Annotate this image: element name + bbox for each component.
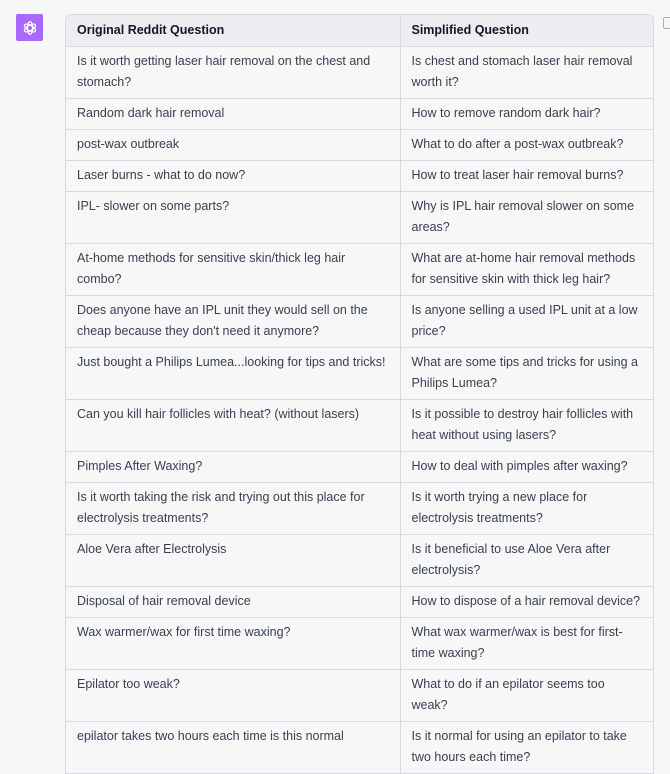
simplified-question-cell: How to deal with pimples after waxing? (400, 451, 653, 483)
simplified-question-cell: Is it worth trying a new place for elect… (400, 482, 653, 535)
table-row: Does anyone have an IPL unit they would … (66, 295, 653, 348)
table-row: IPL- slower on some parts? Why is IPL hai… (66, 191, 653, 244)
simplified-question-cell: How to treat laser hair removal burns? (400, 160, 653, 192)
table-row: Wax warmer/wax for first time waxing? Wha… (66, 617, 653, 670)
openai-logo-icon (23, 20, 36, 35)
simplified-question-cell: What to do after a post-wax outbreak? (400, 129, 653, 161)
table-row: Disposal of hair removal device How to di… (66, 586, 653, 618)
table-row: Epilator too weak? What to do if an epila… (66, 669, 653, 722)
table-row: Is it worth taking the risk and trying o… (66, 482, 653, 535)
simplified-question-cell: Is it beneficial to use Aloe Vera after … (400, 534, 653, 587)
original-question-cell: Is it worth taking the risk and trying o… (66, 482, 401, 535)
table-row: At-home methods for sensitive skin/thick… (66, 243, 653, 296)
simplified-question-cell: What are at-home hair removal methods fo… (400, 243, 653, 296)
original-question-cell: IPL- slower on some parts? (66, 191, 401, 244)
questions-table: Original Reddit Question Simplified Ques… (66, 15, 653, 774)
simplified-question-cell: How to dispose of a hair removal device? (400, 586, 653, 618)
table-row: epilator takes two hours each time is th… (66, 721, 653, 774)
original-question-cell: Just bought a Philips Lumea...looking fo… (66, 347, 401, 400)
header-original-question: Original Reddit Question (66, 15, 401, 47)
original-question-cell: Disposal of hair removal device (66, 586, 401, 618)
original-question-cell: Pimples After Waxing? (66, 451, 401, 483)
simplified-question-cell: Is chest and stomach laser hair removal … (400, 46, 653, 99)
response-table-container: Original Reddit Question Simplified Ques… (65, 14, 654, 774)
simplified-question-cell: How to remove random dark hair? (400, 98, 653, 130)
simplified-question-cell: Is it possible to destroy hair follicles… (400, 399, 653, 452)
original-question-cell: Aloe Vera after Electrolysis (66, 534, 401, 587)
table-row: Just bought a Philips Lumea...looking fo… (66, 347, 653, 400)
table-row: post-wax outbreak What to do after a post… (66, 129, 653, 161)
table-row: Can you kill hair follicles with heat? (… (66, 399, 653, 452)
simplified-question-cell: Why is IPL hair removal slower on some a… (400, 191, 653, 244)
simplified-question-cell: What to do if an epilator seems too weak… (400, 669, 653, 722)
original-question-cell: Does anyone have an IPL unit they would … (66, 295, 401, 348)
original-question-cell: Wax warmer/wax for first time waxing? (66, 617, 401, 670)
original-question-cell: Laser burns - what to do now? (66, 160, 401, 192)
original-question-cell: Can you kill hair follicles with heat? (… (66, 399, 401, 452)
original-question-cell: post-wax outbreak (66, 129, 401, 161)
simplified-question-cell: What wax warmer/wax is best for first-ti… (400, 617, 653, 670)
assistant-avatar (16, 14, 43, 41)
original-question-cell: Random dark hair removal (66, 98, 401, 130)
table-row: Pimples After Waxing? How to deal with pi… (66, 451, 653, 483)
header-simplified-question: Simplified Question (400, 15, 653, 47)
simplified-question-cell: Is it normal for using an epilator to ta… (400, 721, 653, 774)
simplified-question-cell: Is anyone selling a used IPL unit at a l… (400, 295, 653, 348)
table-row: Laser burns - what to do now? How to trea… (66, 160, 653, 192)
original-question-cell: epilator takes two hours each time is th… (66, 721, 401, 774)
clipboard-icon[interactable] (663, 17, 670, 29)
original-question-cell: Epilator too weak? (66, 669, 401, 722)
table-row: Aloe Vera after Electrolysis Is it benefi… (66, 534, 653, 587)
simplified-question-cell: What are some tips and tricks for using … (400, 347, 653, 400)
original-question-cell: Is it worth getting laser hair removal o… (66, 46, 401, 99)
table-row: Is it worth getting laser hair removal o… (66, 46, 653, 99)
original-question-cell: At-home methods for sensitive skin/thick… (66, 243, 401, 296)
table-row: Random dark hair removal How to remove ra… (66, 98, 653, 130)
table-header-row: Original Reddit Question Simplified Ques… (66, 15, 653, 47)
